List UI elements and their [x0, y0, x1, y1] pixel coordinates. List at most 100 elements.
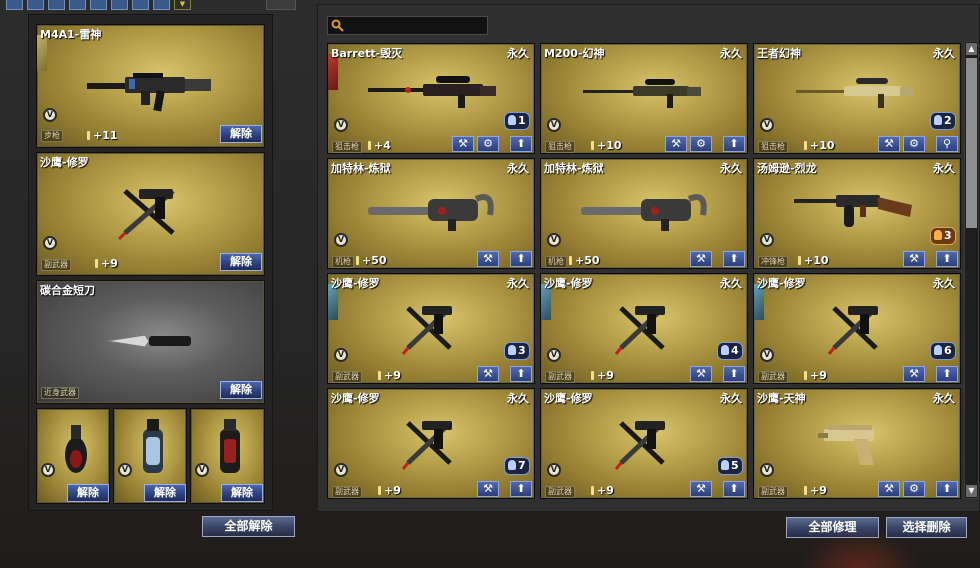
gatling-gun-icon [368, 194, 494, 231]
item-count-badge: 7 [504, 457, 530, 475]
wrench-icon[interactable]: ⚒ [690, 251, 712, 267]
weapon-name: M4A1-雷神 [40, 28, 102, 41]
arrow-up-icon[interactable]: ⬆ [723, 481, 745, 497]
equipped-slot-grenade[interactable]: V 解除 [190, 408, 265, 504]
weapon-name: 加特林-炼狱 [544, 162, 604, 175]
inventory-item[interactable]: 王者幻神 永久 V 2 狙击枪 +10 ⚒ ⚙ ⚲ [753, 43, 961, 154]
arrow-up-icon[interactable]: ⬆ [936, 481, 958, 497]
equipped-slot-grenade[interactable]: V 解除 [113, 408, 187, 504]
category-tab[interactable] [153, 0, 170, 10]
category-tab[interactable] [111, 0, 128, 10]
arrow-up-icon[interactable]: ⬆ [510, 251, 532, 267]
unequip-button[interactable]: 解除 [220, 381, 262, 399]
gear-icon[interactable]: ⚙ [477, 136, 499, 152]
equipped-slot-primary[interactable]: M4A1-雷神 V 步枪 +11 解除 [36, 24, 265, 148]
category-tab[interactable] [6, 0, 23, 10]
inventory-item[interactable]: 沙鹰-修罗 永久 V 4 副武器 +9 ⚒ ⬆ [540, 273, 748, 384]
category-tab[interactable] [132, 0, 149, 10]
wrench-icon[interactable]: ⚒ [477, 251, 499, 267]
grenade-icon [65, 425, 87, 473]
weapon-name: 加特林-炼狱 [331, 162, 391, 175]
scroll-down-icon[interactable]: ▼ [966, 485, 977, 497]
enhance-level: +9 [591, 369, 614, 382]
rifle-icon [87, 73, 211, 112]
wrench-icon[interactable]: ⚒ [690, 366, 712, 382]
equipped-slot-melee[interactable]: 碳合金短刀 近身武器 解除 [36, 280, 265, 404]
duration-label: 永久 [507, 277, 529, 290]
inventory-item[interactable]: 加特林-炼狱 永久 V 机枪 +50 ⚒ ⬆ [327, 158, 535, 269]
wrench-icon[interactable]: ⚒ [903, 366, 925, 382]
wrench-icon[interactable]: ⚒ [665, 136, 687, 152]
unequip-button[interactable]: 解除 [220, 253, 262, 271]
weapon-type: 副武器 [545, 486, 575, 498]
wrench-icon[interactable]: ⚒ [452, 136, 474, 152]
inventory-scrollbar[interactable]: ▲ ▼ [964, 41, 979, 499]
gear-icon[interactable]: ⚙ [903, 136, 925, 152]
category-tab[interactable] [90, 0, 107, 10]
gear-icon[interactable]: ⚙ [903, 481, 925, 497]
wrench-icon[interactable]: ⚒ [477, 481, 499, 497]
inventory-item[interactable]: 沙鹰-修罗 永久 V 5 副武器 +9 ⚒ ⬆ [540, 388, 748, 499]
arrow-up-icon[interactable]: ⬆ [723, 251, 745, 267]
wrench-icon[interactable]: ⚒ [690, 481, 712, 497]
item-count-badge: 5 [717, 457, 743, 475]
unequip-button[interactable]: 解除 [220, 125, 262, 143]
inventory-item[interactable]: Barrett-毁灭 永久 V 1 狙击枪 +4 ⚒ ⚙ ⬆ [327, 43, 535, 154]
scroll-up-icon[interactable]: ▲ [966, 43, 977, 55]
speaker-icon[interactable] [266, 0, 296, 10]
inventory-item[interactable]: M200-幻神 永久 V 狙击枪 +10 ⚒ ⚙ ⬆ [540, 43, 748, 154]
arrow-up-icon[interactable]: ⬆ [510, 366, 532, 382]
inventory-item[interactable]: 汤姆逊-烈龙 永久 V 3 冲锋枪 +10 ⚒ ⬆ [753, 158, 961, 269]
unequip-button[interactable]: 解除 [221, 484, 263, 502]
arrow-up-icon[interactable]: ⬆ [723, 136, 745, 152]
unequip-button[interactable]: 解除 [67, 484, 109, 502]
inventory-item[interactable]: 加特林-炼狱 永久 V 机枪 +50 ⚒ ⬆ [540, 158, 748, 269]
weapon-name: Barrett-毁灭 [331, 47, 403, 60]
weapon-name: M200-幻神 [544, 47, 605, 60]
v-badge: V [43, 236, 57, 250]
gear-icon[interactable]: ⚙ [690, 136, 712, 152]
category-tab[interactable] [27, 0, 44, 10]
arrow-up-icon[interactable]: ⬆ [936, 366, 958, 382]
weapon-type: 步枪 [41, 130, 63, 142]
inventory-item[interactable]: 沙鹰-修罗 永久 V 6 副武器 +9 ⚒ ⬆ [753, 273, 961, 384]
search-input[interactable] [327, 16, 488, 35]
equipped-slot-grenade[interactable]: V 解除 [36, 408, 110, 504]
enhance-level: +9 [95, 257, 118, 270]
v-badge: V [334, 233, 348, 247]
item-count-badge: 3 [930, 227, 956, 245]
wrench-icon[interactable]: ⚒ [878, 481, 900, 497]
weapon-name: 王者幻神 [757, 47, 801, 60]
arrow-up-icon[interactable]: ⬆ [936, 251, 958, 267]
wrench-icon[interactable]: ⚒ [878, 136, 900, 152]
game-inventory-screen: ▼ M4A1-雷神 V 步枪 +11 解除 沙鹰-修罗 V 副武器 +9 解除 … [0, 0, 980, 568]
unequip-button[interactable]: 解除 [144, 484, 186, 502]
arrow-up-icon[interactable]: ⬆ [510, 136, 532, 152]
weapon-name: 沙鹰-修罗 [544, 392, 593, 405]
category-tab[interactable] [69, 0, 86, 10]
chevron-down-icon[interactable]: ▼ [174, 0, 191, 10]
arrow-up-icon[interactable]: ⬆ [510, 481, 532, 497]
scroll-thumb[interactable] [966, 58, 977, 228]
duration-label: 永久 [933, 47, 955, 60]
arrow-up-icon[interactable]: ⬆ [723, 366, 745, 382]
duration-label: 永久 [933, 162, 955, 175]
inventory-item[interactable]: 沙鹰-修罗 永久 V 7 副武器 +9 ⚒ ⬆ [327, 388, 535, 499]
weapon-type: 狙击枪 [758, 141, 788, 153]
v-badge: V [43, 108, 57, 122]
magnifier-icon[interactable]: ⚲ [936, 136, 958, 152]
pistol-icon [117, 189, 175, 241]
inventory-item[interactable]: 沙鹰-修罗 永久 V 3 副武器 +9 ⚒ ⬆ [327, 273, 535, 384]
weapon-name: 碳合金短刀 [40, 284, 95, 297]
weapon-type: 冲锋枪 [758, 256, 788, 268]
unequip-all-button[interactable]: 全部解除 [202, 516, 295, 537]
wrench-icon[interactable]: ⚒ [903, 251, 925, 267]
search-icon [331, 19, 344, 32]
equipped-slot-secondary[interactable]: 沙鹰-修罗 V 副武器 +9 解除 [36, 152, 265, 276]
wrench-icon[interactable]: ⚒ [477, 366, 499, 382]
enhance-level: +10 [591, 139, 622, 152]
enhance-level: +9 [378, 369, 401, 382]
inventory-item[interactable]: 沙鹰-天神 永久 V 副武器 +9 ⚒ ⚙ ⬆ [753, 388, 961, 499]
category-tab[interactable] [48, 0, 65, 10]
item-count-badge: 6 [930, 342, 956, 360]
